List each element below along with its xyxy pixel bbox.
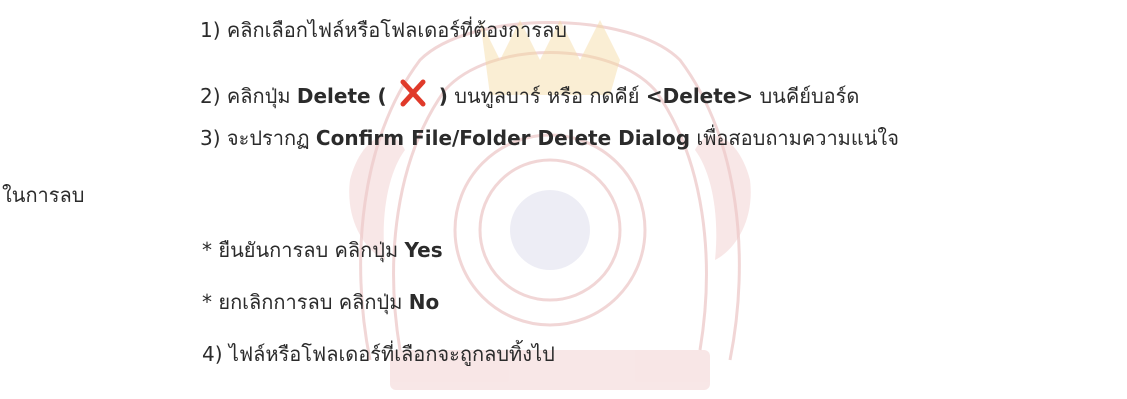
step-4-text: 4) ไฟล์หรือโฟลเดอร์ที่เลือกจะถูกลบทิ้งไป <box>202 340 555 368</box>
step-3-cont-label: ในการลบ <box>2 183 85 207</box>
step-2-text: 2) คลิกปุ่ม Delete ( ) บนทูลบาร์ หรือ กด… <box>200 79 859 110</box>
step-2-prefix: 2) คลิกปุ่ม <box>200 84 297 108</box>
confirm-dialog-name: Confirm File/Folder Delete Dialog <box>315 126 691 150</box>
cancel-option-text: * ยกเลิกการลบ คลิกปุ่ม No <box>202 288 439 316</box>
delete-button-close: ) <box>438 84 448 108</box>
step-2-suffix: บนทูลบาร์ หรือ กดคีย์ <box>447 84 646 108</box>
close-x-icon <box>400 79 426 107</box>
no-button-label: No <box>408 290 440 314</box>
step-3-continuation: ในการลบ <box>2 181 84 209</box>
delete-button-label: Delete ( <box>296 84 387 108</box>
step-2-end: บนคีย์บอร์ด <box>753 84 860 108</box>
confirm-option-prefix: * ยืนยันการลบ คลิกปุ่ม <box>202 238 405 262</box>
step-3-prefix: 3) จะปรากฏ <box>200 126 316 150</box>
delete-key-label: <Delete> <box>645 84 754 108</box>
step-3-suffix: เพื่อสอบถามความแน่ใจ <box>690 126 899 150</box>
cancel-option-prefix: * ยกเลิกการลบ คลิกปุ่ม <box>202 290 409 314</box>
step-1-label: 1) คลิกเลือกไฟล์หรือโฟลเดอร์ที่ต้องการลบ <box>200 18 567 42</box>
yes-button-label: Yes <box>404 238 443 262</box>
step-4-label: 4) ไฟล์หรือโฟลเดอร์ที่เลือกจะถูกลบทิ้งไป <box>202 342 555 366</box>
document-page: 1) คลิกเลือกไฟล์หรือโฟลเดอร์ที่ต้องการลบ… <box>0 0 1127 399</box>
step-1-text: 1) คลิกเลือกไฟล์หรือโฟลเดอร์ที่ต้องการลบ <box>200 16 567 44</box>
step-3-text: 3) จะปรากฏ Confirm File/Folder Delete Di… <box>200 124 899 152</box>
confirm-option-text: * ยืนยันการลบ คลิกปุ่ม Yes <box>202 236 443 264</box>
